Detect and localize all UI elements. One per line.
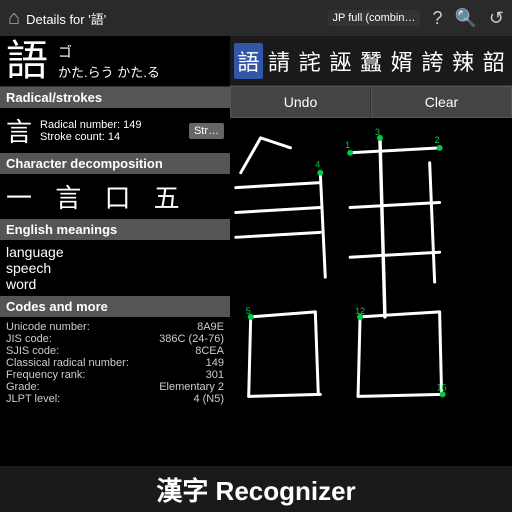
drawing-canvas[interactable]: 1 2 3 4 5 12 16	[230, 118, 512, 466]
radical-number-line: Radical number: 149	[40, 119, 181, 131]
clear-button[interactable]: Clear	[371, 86, 512, 118]
home-icon[interactable]: ⌂	[8, 7, 20, 30]
radical-number-value: 149	[123, 119, 141, 131]
top-bar: ⌂ Details for '語' JP full (combin… ? 🔍 ↺	[0, 0, 512, 36]
code-value-1: 386C (24-76)	[159, 333, 224, 345]
code-row-5: Grade: Elementary 2	[6, 381, 224, 393]
decomposition-header: Character decomposition	[0, 153, 230, 174]
svg-text:3: 3	[375, 127, 380, 137]
help-icon[interactable]: ?	[432, 8, 442, 29]
code-value-2: 8CEA	[195, 345, 224, 357]
code-value-6: 4 (N5)	[193, 393, 224, 405]
code-value-4: 301	[206, 369, 224, 381]
bottom-bar: 漢字 Recognizer	[0, 466, 512, 512]
stroke-count-label: Stroke count:	[40, 131, 105, 143]
meaning-2: word	[6, 276, 224, 292]
stroke-count-line: Stroke count: 14	[40, 131, 181, 143]
action-row: Undo Clear	[230, 86, 512, 118]
decomp-characters: 一 言 口 五	[6, 178, 224, 215]
similar-kanji-0[interactable]: 語	[234, 43, 263, 79]
svg-text:1: 1	[345, 140, 350, 150]
code-value-0: 8A9E	[197, 321, 224, 333]
code-label-1: JIS code:	[6, 333, 52, 345]
radical-icon: 言	[6, 112, 32, 149]
similar-kanji-5[interactable]: 婿	[387, 43, 416, 79]
stroke-count-value: 14	[108, 131, 120, 143]
similar-kanji-1[interactable]: 請	[265, 43, 294, 79]
similar-kanji-7[interactable]: 辣	[449, 43, 478, 79]
radical-number-label: Radical number:	[40, 119, 120, 131]
svg-text:5: 5	[246, 306, 251, 316]
code-label-3: Classical radical number:	[6, 357, 129, 369]
decomposition-section: 一 言 口 五	[0, 174, 230, 219]
similar-kanji-4[interactable]: 蠶	[357, 43, 386, 79]
codes-section: Unicode number: 8A9E JIS code: 386C (24-…	[0, 317, 230, 409]
similar-kanji-row: 語請詫誣蠶婿誇辣韶	[230, 36, 512, 86]
app-bottom-title: 漢字 Recognizer	[156, 471, 355, 508]
meanings-section: language speech word	[0, 240, 230, 296]
code-value-5: Elementary 2	[159, 381, 224, 393]
code-row-2: SJIS code: 8CEA	[6, 345, 224, 357]
search-icon[interactable]: 🔍	[454, 8, 476, 29]
similar-kanji-3[interactable]: 誣	[326, 43, 355, 79]
code-row-4: Frequency rank: 301	[6, 369, 224, 381]
mode-label[interactable]: JP full (combin…	[328, 10, 421, 26]
refresh-icon[interactable]: ↺	[489, 8, 504, 29]
code-label-4: Frequency rank:	[6, 369, 85, 381]
code-label-5: Grade:	[6, 381, 40, 393]
code-label-0: Unicode number:	[6, 321, 90, 333]
code-row-6: JLPT level: 4 (N5)	[6, 393, 224, 405]
radical-info: Radical number: 149 Stroke count: 14	[40, 119, 181, 143]
svg-text:2: 2	[435, 135, 440, 145]
kanji-reading-on: ゴ	[58, 42, 160, 62]
code-value-3: 149	[206, 357, 224, 369]
code-label-6: JLPT level:	[6, 393, 60, 405]
radical-row: 言 Radical number: 149 Stroke count: 14 S…	[0, 108, 230, 153]
code-row-1: JIS code: 386C (24-76)	[6, 333, 224, 345]
similar-kanji-2[interactable]: 詫	[295, 43, 324, 79]
app-title: Details for '語'	[26, 9, 321, 28]
kanji-header: 語 ゴ かた.らう かた.る	[0, 36, 230, 87]
left-panel: 語 ゴ かた.らう かた.る Radical/strokes 言 Radical…	[0, 36, 230, 466]
similar-kanji-6[interactable]: 誇	[418, 43, 447, 79]
codes-header: Codes and more	[0, 296, 230, 317]
meaning-0: language	[6, 244, 224, 260]
svg-text:12: 12	[355, 306, 365, 316]
kanji-character: 語	[6, 40, 48, 82]
code-label-2: SJIS code:	[6, 345, 59, 357]
code-row-3: Classical radical number: 149	[6, 357, 224, 369]
stroke-button[interactable]: Str…	[189, 123, 224, 139]
meanings-header: English meanings	[0, 219, 230, 240]
similar-kanji-8[interactable]: 韶	[479, 43, 508, 79]
code-row-0: Unicode number: 8A9E	[6, 321, 224, 333]
kanji-reading-kun: かた.らう かた.る	[58, 62, 160, 81]
kanji-readings: ゴ かた.らう かた.る	[58, 42, 160, 81]
undo-button[interactable]: Undo	[230, 86, 371, 118]
radical-strokes-header: Radical/strokes	[0, 87, 230, 108]
meaning-1: speech	[6, 260, 224, 276]
svg-text:16: 16	[437, 382, 447, 392]
svg-text:4: 4	[315, 160, 320, 170]
drawing-area[interactable]: 1 2 3 4 5 12 16	[230, 118, 512, 466]
right-panel: 語請詫誣蠶婿誇辣韶 Undo Clear	[230, 36, 512, 466]
